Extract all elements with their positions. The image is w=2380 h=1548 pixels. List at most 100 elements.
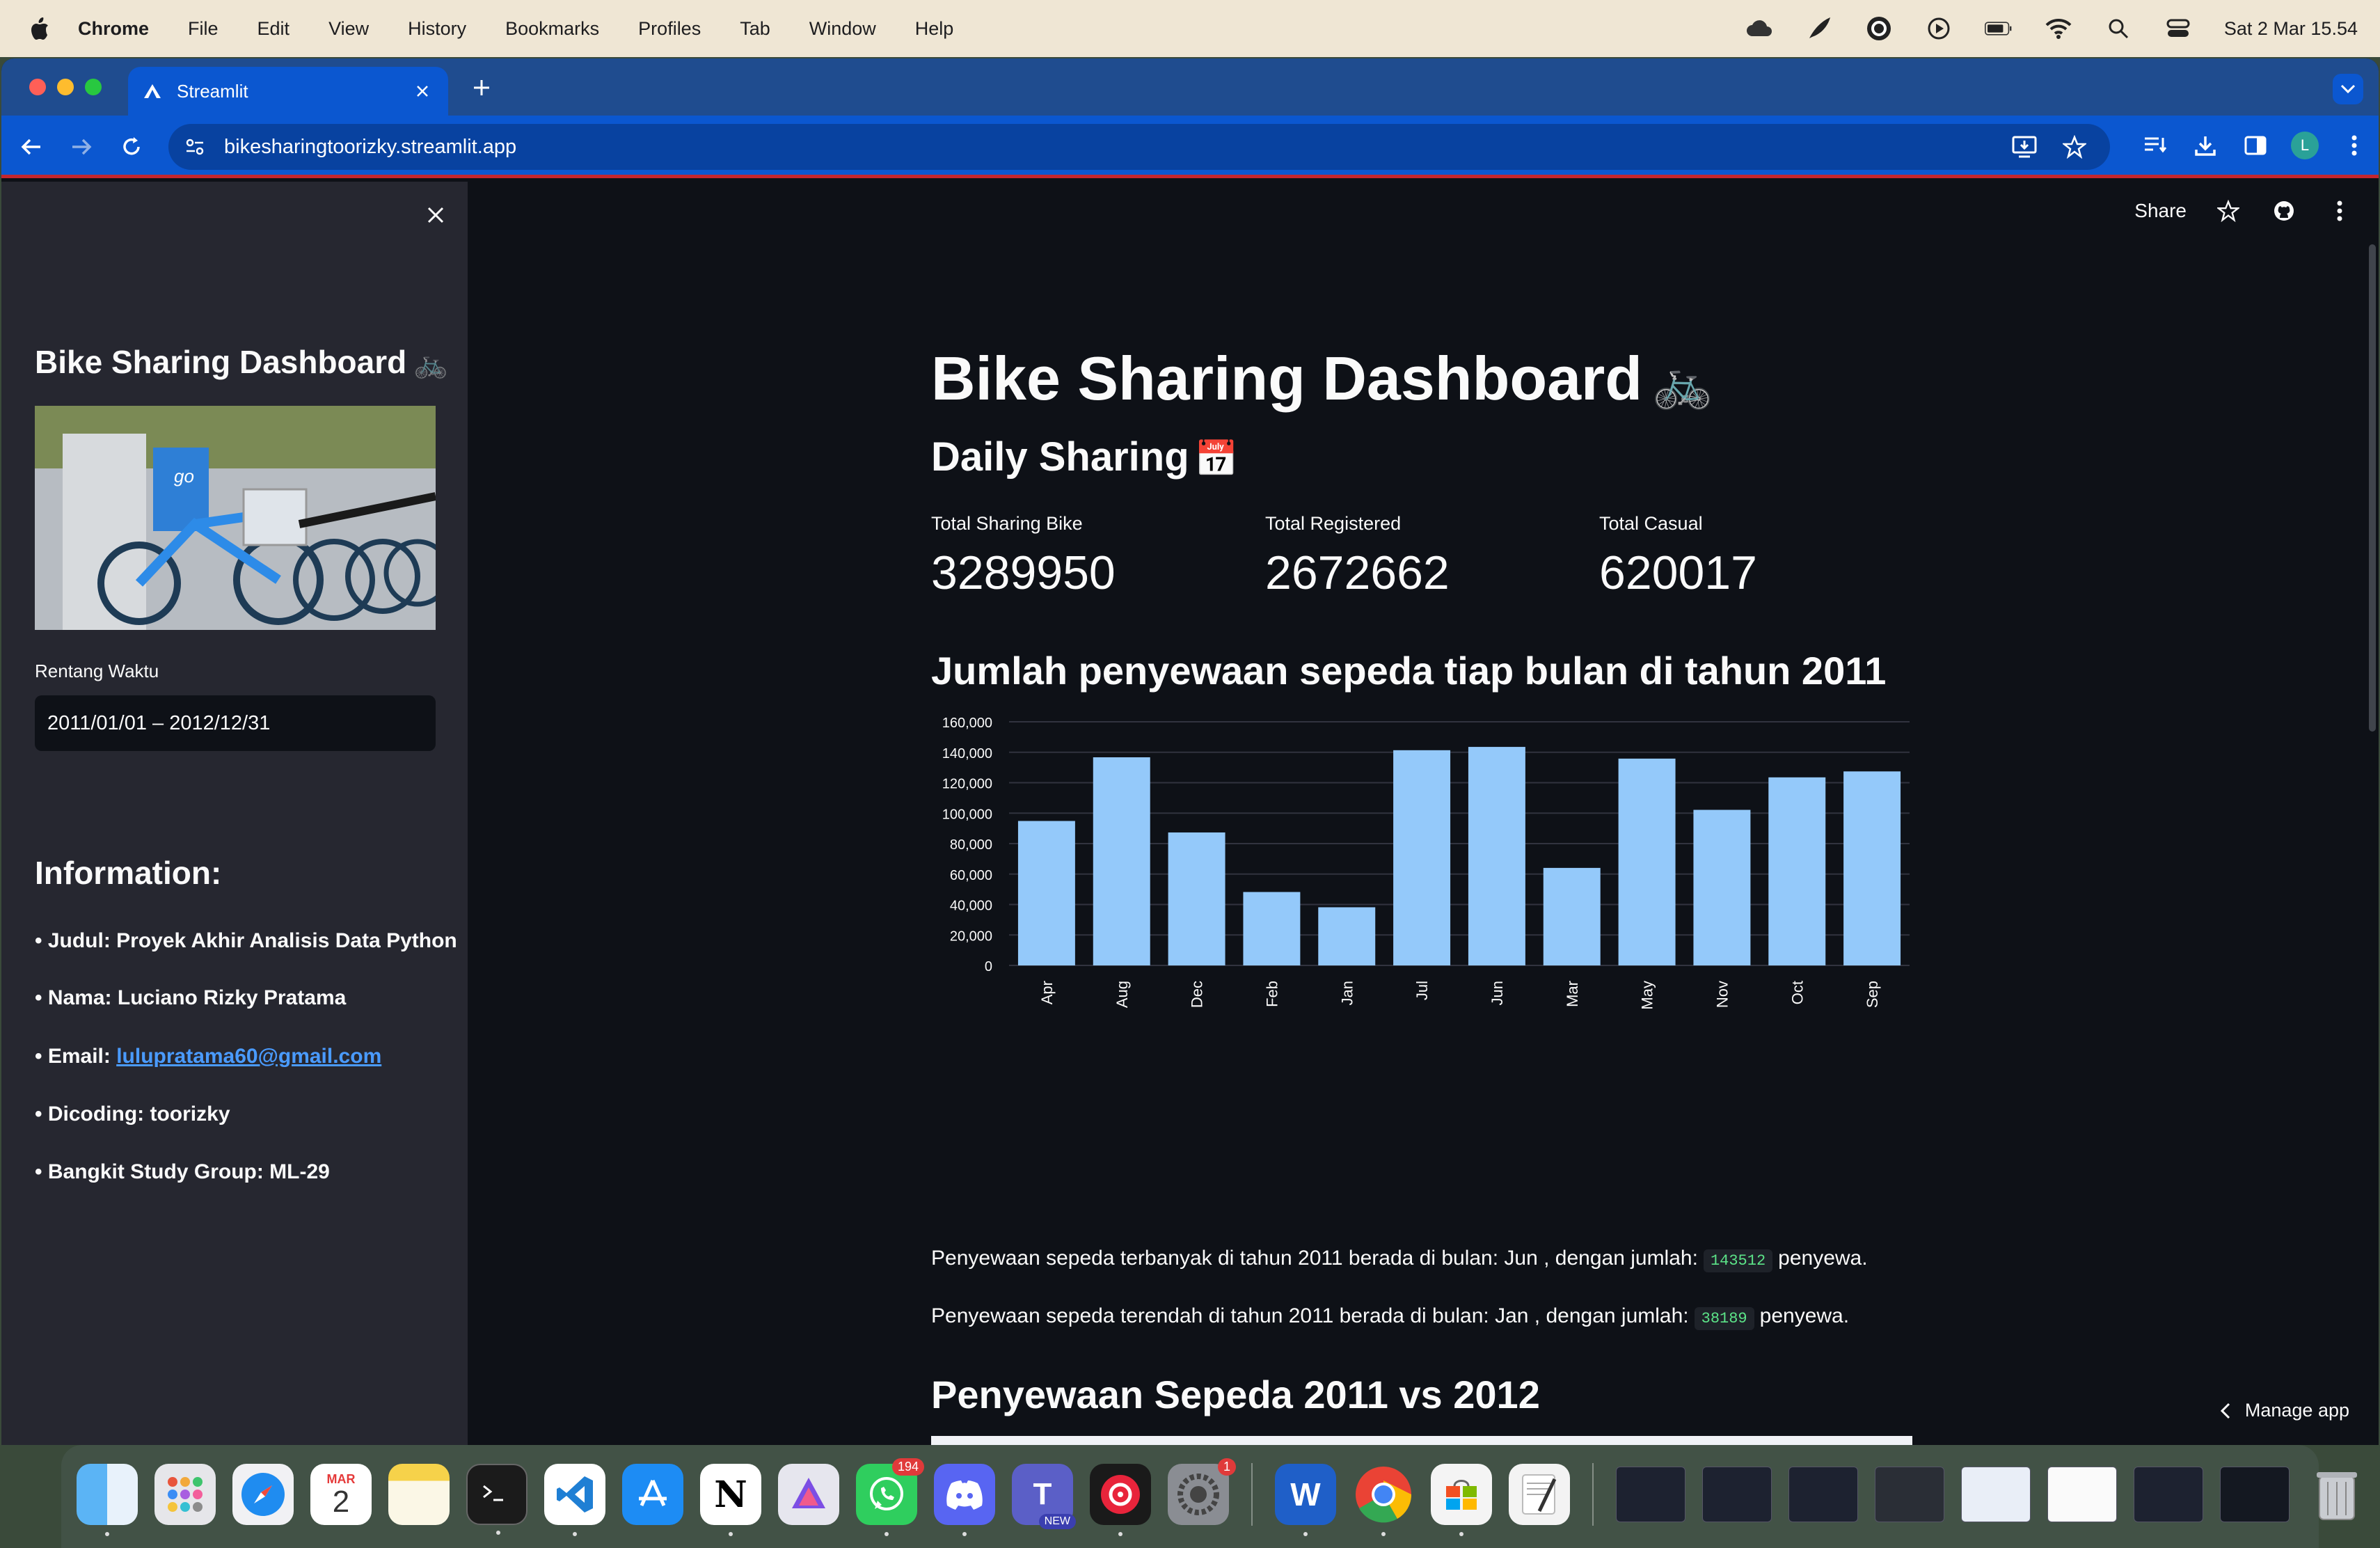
bar[interactable] (1768, 777, 1826, 965)
notion-icon[interactable]: N (700, 1464, 761, 1536)
minimized-window-thumbnail[interactable] (1788, 1467, 1858, 1522)
whatsapp-icon[interactable]: 194 (856, 1458, 924, 1536)
menu-window[interactable]: Window (809, 18, 876, 40)
menu-edit[interactable]: Edit (257, 18, 290, 40)
reading-list-icon[interactable] (2141, 131, 2170, 160)
app-menu-kebab-icon[interactable] (2326, 197, 2354, 225)
bar[interactable] (1243, 892, 1301, 965)
bar[interactable] (1543, 867, 1601, 965)
bar[interactable] (1468, 747, 1525, 965)
menu-app-name[interactable]: Chrome (78, 18, 149, 40)
window-minimize-button[interactable] (57, 79, 74, 95)
favorite-star-icon[interactable] (2214, 197, 2242, 225)
new-tab-plus-icon[interactable] (468, 74, 495, 102)
max-suffix: penyewa. (1778, 1247, 1868, 1270)
tab-streamlit[interactable]: Streamlit (128, 67, 448, 116)
y-tick-label: 120,000 (942, 777, 992, 792)
monthly-rentals-bar-chart[interactable]: 0 20,000 40,000 60,000 80,000 100,000 120,000 1… (931, 711, 1912, 1059)
menu-help[interactable]: Help (915, 18, 954, 40)
affinity-icon[interactable] (778, 1464, 839, 1525)
textedit-icon[interactable] (1509, 1464, 1570, 1525)
wifi-icon[interactable] (2045, 15, 2072, 42)
metric-total-registered: Total Registered 2672662 (1265, 513, 1585, 600)
control-center-icon[interactable] (2164, 15, 2192, 42)
downloads-icon[interactable] (2191, 131, 2220, 160)
focus-ring-icon[interactable] (1865, 15, 1893, 42)
bar[interactable] (1017, 821, 1075, 965)
microsoft-store-icon[interactable] (1431, 1464, 1492, 1536)
menu-file[interactable]: File (188, 18, 219, 40)
menu-history[interactable]: History (408, 18, 466, 40)
spotlight-search-icon[interactable] (2104, 15, 2132, 42)
menu-tab[interactable]: Tab (740, 18, 770, 40)
battery-icon[interactable] (1984, 15, 2013, 42)
site-settings-icon[interactable] (181, 133, 209, 161)
tab-search-chevron-icon[interactable] (2333, 74, 2363, 104)
play-circle-icon[interactable] (1925, 15, 1953, 42)
word-icon[interactable]: W (1275, 1464, 1336, 1536)
install-app-icon[interactable] (2010, 132, 2039, 161)
min-suffix: penyewa. (1759, 1304, 1850, 1327)
terminal-icon[interactable] (466, 1464, 527, 1535)
safari-icon[interactable] (232, 1464, 294, 1525)
y-tick-label: 60,000 (950, 868, 992, 883)
bar-chart-svg[interactable]: 0 20,000 40,000 60,000 80,000 100,000 120,000 1… (931, 711, 1912, 1059)
vscode-icon[interactable] (544, 1464, 605, 1536)
bar[interactable] (1693, 809, 1751, 965)
finder-icon[interactable] (77, 1464, 138, 1536)
max-rental-text: Penyewaan sepeda terbanyak di tahun 2011… (931, 1247, 1868, 1272)
daily-sharing-text: Daily Sharing (931, 434, 1189, 480)
manage-app-label: Manage app (2244, 1400, 2349, 1421)
teams-icon[interactable]: T NEW (1012, 1464, 1076, 1529)
forward-arrow-icon[interactable] (65, 131, 97, 163)
url-text[interactable]: bikesharingtoorizky.streamlit.app (224, 136, 516, 159)
trash-icon[interactable] (2306, 1464, 2367, 1525)
bar[interactable] (1093, 757, 1150, 965)
sidebar-close-icon[interactable] (422, 201, 450, 229)
minimized-window-thumbnail[interactable] (1702, 1467, 1772, 1522)
bar[interactable] (1618, 758, 1676, 965)
apple-menu-icon[interactable] (28, 15, 51, 42)
menubar-clock[interactable]: Sat 2 Mar 15.54 (2224, 18, 2358, 40)
bar[interactable] (1318, 907, 1376, 965)
system-settings-icon[interactable]: 1 (1168, 1458, 1236, 1525)
window-zoom-button[interactable] (85, 79, 102, 95)
email-link[interactable]: lulupratama60@gmail.com (116, 1045, 381, 1068)
bar[interactable] (1393, 750, 1451, 965)
music-player-icon[interactable] (1090, 1464, 1151, 1536)
scrollbar[interactable] (2369, 244, 2376, 732)
reload-icon[interactable] (116, 131, 148, 163)
minimized-window-thumbnail[interactable] (2220, 1467, 2290, 1522)
streamlit-app: Bike Sharing Dashboard 🚲 go Rentang Wakt… (1, 182, 2379, 1445)
minimized-window-thumbnail[interactable] (2047, 1467, 2117, 1522)
share-button[interactable]: Share (2134, 200, 2187, 222)
chrome-icon[interactable] (1353, 1464, 1414, 1536)
window-close-button[interactable] (29, 79, 46, 95)
calendar-icon[interactable]: MAR 2 (310, 1464, 372, 1525)
notes-icon[interactable] (388, 1464, 450, 1525)
date-range-input[interactable]: 2011/01/01 – 2012/12/31 (35, 695, 436, 751)
menu-bookmarks[interactable]: Bookmarks (505, 18, 599, 40)
cloud-icon[interactable] (1745, 15, 1773, 42)
address-bar[interactable]: bikesharingtoorizky.streamlit.app (168, 124, 2110, 170)
minimized-window-thumbnail[interactable] (1961, 1467, 2031, 1522)
github-icon[interactable] (2270, 197, 2298, 225)
discord-icon[interactable] (934, 1464, 995, 1536)
back-arrow-icon[interactable] (15, 131, 47, 163)
menu-profiles[interactable]: Profiles (638, 18, 701, 40)
minimized-window-thumbnail[interactable] (1875, 1467, 1944, 1522)
chrome-menu-kebab-icon[interactable] (2340, 131, 2369, 160)
bar[interactable] (1168, 832, 1225, 965)
bookmark-star-icon[interactable] (2060, 132, 2089, 161)
side-panel-icon[interactable] (2241, 131, 2270, 160)
app-store-icon[interactable] (622, 1464, 683, 1525)
bar[interactable] (1843, 771, 1901, 965)
minimized-window-thumbnail[interactable] (2134, 1467, 2203, 1522)
feather-icon[interactable] (1805, 15, 1833, 42)
profile-avatar[interactable]: L (2291, 132, 2319, 159)
minimized-window-thumbnail[interactable] (1616, 1467, 1685, 1522)
menu-view[interactable]: View (328, 18, 369, 40)
tab-close-icon[interactable] (411, 79, 434, 103)
launchpad-icon[interactable] (154, 1464, 216, 1525)
manage-app-button[interactable]: Manage app (2220, 1400, 2349, 1421)
